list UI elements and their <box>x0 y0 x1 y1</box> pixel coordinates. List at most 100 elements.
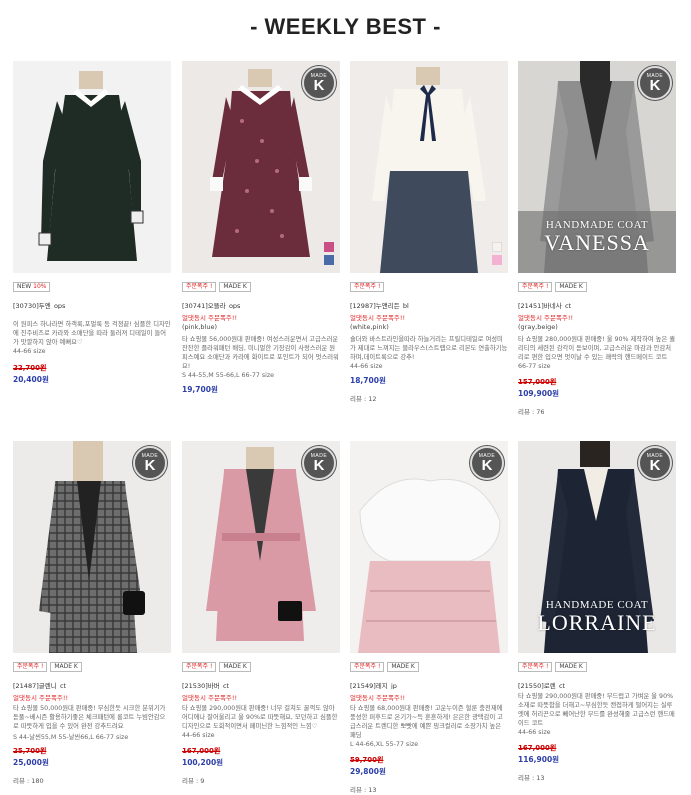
product-name[interactable]: [21451]바네사_ct <box>518 300 676 309</box>
product-name[interactable]: [21550]로렌_ct <box>518 680 676 689</box>
product-image[interactable]: MADE K HANDMADE COAT VANESSA <box>518 61 676 273</box>
product-tags: 주문폭주 ! MADE K <box>13 662 171 672</box>
product-size: S 44-날씬55,M 55-날씬66,L 66-77 size <box>13 734 129 741</box>
product-tags: NEW 10% <box>13 282 171 292</box>
product-card[interactable]: NEW 10% [30730]두엔_ops 이 원피스 하나라면 하객룩,포멀룩… <box>13 61 171 384</box>
product-options: (pink,blue) <box>182 323 218 331</box>
product-options: (gray,beige) <box>518 323 558 331</box>
product-size: 44-66 size <box>350 363 383 370</box>
sale-price: 100,200원 <box>182 758 224 767</box>
original-price: 157,000원 <box>518 378 557 386</box>
tag-new: NEW 10% <box>13 282 51 292</box>
review-count[interactable]: 리뷰 : 13 <box>350 784 508 794</box>
product-desc: 타 쇼핑몰 290,000원대 판매중! 너무 걸쳐도 꿀꺽도 않아 어디에나 … <box>182 705 338 730</box>
order-alert: 얼댓동시 주문폭주!! <box>13 694 69 702</box>
review-count[interactable]: 리뷰 : 9 <box>182 775 340 785</box>
product-name[interactable]: [30730]두엔_ops <box>13 300 171 309</box>
sale-price: 116,900원 <box>518 755 560 764</box>
product-image[interactable] <box>350 61 508 273</box>
product-size: 44-66 size <box>182 732 215 739</box>
product-image[interactable]: MADE K <box>350 441 508 653</box>
tag-made-k: MADE K <box>555 282 587 292</box>
product-size: S 44-55,M 55-66,L 66-77 size <box>182 372 275 379</box>
product-size: 44-66 size <box>518 729 551 736</box>
tag-hot: 주문폭주 ! <box>350 282 385 292</box>
product-size: 66-77 size <box>518 363 551 370</box>
tag-hot: 주문폭주 ! <box>518 662 553 672</box>
original-price: 167,000원 <box>518 744 557 752</box>
sale-price: 20,400원 <box>13 375 49 384</box>
order-alert: 얼댓동시 주문폭주!! <box>182 694 238 702</box>
product-desc: 숄더와 바스트라인을따라 하늘거리는 프릴디테일로 여성미가 제대로 느껴지는 … <box>350 336 508 361</box>
tag-hot: 주문폭주 ! <box>13 662 48 672</box>
sale-price: 29,800원 <box>350 767 386 776</box>
product-desc: 타 쇼핑몰 280,000원대 판매중! 울 90% 제작하여 높은 퀄리티의 … <box>518 336 676 361</box>
product-image[interactable]: MADE K <box>182 61 340 273</box>
review-count[interactable]: 리뷰 : 12 <box>350 393 508 403</box>
order-alert: 얼댓동시 주문폭주!! <box>182 314 238 322</box>
section-title: - WEEKLY BEST - <box>250 14 441 39</box>
product-tags: 주문폭주 ! MADE K <box>518 282 676 292</box>
tag-made-k: MADE K <box>219 282 251 292</box>
product-name[interactable]: [12987]누앤리든_bl <box>350 300 508 309</box>
swatch-pink[interactable] <box>324 242 334 252</box>
order-alert: 얼댓동시 주문폭주!! <box>350 694 406 702</box>
sale-price: 109,900원 <box>518 389 560 398</box>
coat-name-overlay: HANDMADE COAT VANESSA <box>544 219 650 255</box>
product-card[interactable]: MADE K 주문폭주 ! MADE K [21530]바버_ct 얼댓동시 주문… <box>182 441 340 785</box>
swatch-pink[interactable] <box>492 255 502 265</box>
sale-price: 19,700원 <box>182 385 218 394</box>
product-desc: 타 쇼핑몰 68,000원대 판매중! 고운누이즌 헐룬 충전재에 풍성한 퍼후… <box>350 705 504 739</box>
product-desc: 타 쇼핑몰 290,000원대 판매중! 부드럽고 가벼운 울 90% 소재로 … <box>518 693 675 727</box>
product-image[interactable]: MADE K HANDMADE COAT LORRAINE <box>518 441 676 653</box>
product-desc: 타 쇼핑몰 56,000원대 판매중! 여성스러운면서 고급스러운 잔잔한 플라… <box>182 336 339 370</box>
color-swatches <box>324 239 334 265</box>
product-desc: 타 쇼핑몰 50,000원대 판매중! 무심한듯 시크한 분위기가 돋풀~베시즌… <box>13 705 166 730</box>
product-size: L 44-66,XL 55-77 size <box>350 741 419 748</box>
product-card[interactable]: MADE K HANDMADE COAT VANESSA 주문폭주 ! MADE … <box>518 61 676 416</box>
product-name[interactable]: [21530]바버_ct <box>182 680 340 689</box>
product-image[interactable]: MADE K <box>13 441 171 653</box>
product-name[interactable]: [21487]글렌니_ct <box>13 680 171 689</box>
original-price: 25,700원 <box>13 747 47 755</box>
product-tags: 주문폭주 ! <box>350 282 508 292</box>
product-image[interactable] <box>13 61 171 273</box>
tag-made-k: MADE K <box>555 662 587 672</box>
made-k-badge: MADE K <box>302 66 336 100</box>
tag-made-k: MADE K <box>50 662 82 672</box>
review-count[interactable]: 리뷰 : 180 <box>13 775 171 785</box>
original-price: 167,000원 <box>182 747 221 755</box>
tag-hot: 주문폭주 ! <box>350 662 385 672</box>
original-price: 59,700원 <box>350 756 384 764</box>
order-alert: 얼댓동시 주문폭주!! <box>518 314 574 322</box>
tag-hot: 주문폭주 ! <box>518 282 553 292</box>
dress-photo <box>13 61 171 273</box>
swatch-blue[interactable] <box>324 255 334 265</box>
review-count[interactable]: 리뷰 : 76 <box>518 406 676 416</box>
product-desc: 이 원피스 하나라면 하객룩,포멀룩 등 걱정끝! 심플한 디자인에 진주비즈로… <box>13 321 171 346</box>
product-tags: 주문폭주 ! MADE K <box>518 662 676 672</box>
product-name[interactable]: [21549]레지_jp <box>350 680 508 689</box>
sale-price: 18,700원 <box>350 376 386 385</box>
product-name[interactable]: [30741]오뜰라_ops <box>182 300 340 309</box>
tag-made-k: MADE K <box>219 662 251 672</box>
made-k-badge: MADE K <box>638 446 672 480</box>
swatch-white[interactable] <box>492 242 502 252</box>
sale-price: 25,000원 <box>13 758 49 767</box>
made-k-badge: MADE K <box>638 66 672 100</box>
made-k-badge: MADE K <box>470 446 504 480</box>
product-card[interactable]: MADE K HANDMADE COAT LORRAINE 주문폭주 ! MADE… <box>518 441 676 782</box>
product-tags: 주문폭주 ! MADE K <box>350 662 508 672</box>
product-size: 44-66 size <box>13 348 46 355</box>
color-swatches <box>492 239 502 265</box>
product-card[interactable]: MADE K 주문폭주 ! MADE K [30741]오뜰라_ops 얼댓동시 … <box>182 61 340 394</box>
tag-hot: 주문폭주 ! <box>182 662 217 672</box>
product-image[interactable]: MADE K <box>182 441 340 653</box>
review-count[interactable]: 리뷰 : 13 <box>518 772 676 782</box>
blouse-photo <box>350 61 508 273</box>
tag-hot: 주문폭주 ! <box>182 282 217 292</box>
product-card[interactable]: MADE K 주문폭주 ! MADE K [21487]글렌니_ct 얼댓동시 주… <box>13 441 171 785</box>
product-card[interactable]: 주문폭주 ! [12987]누앤리든_bl 얼댓동시 주문폭주!! (white… <box>350 61 508 403</box>
product-tags: 주문폭주 ! MADE K <box>182 282 340 292</box>
product-card[interactable]: MADE K 주문폭주 ! MADE K [21549]레지_jp 얼댓동시 주문… <box>350 441 508 794</box>
